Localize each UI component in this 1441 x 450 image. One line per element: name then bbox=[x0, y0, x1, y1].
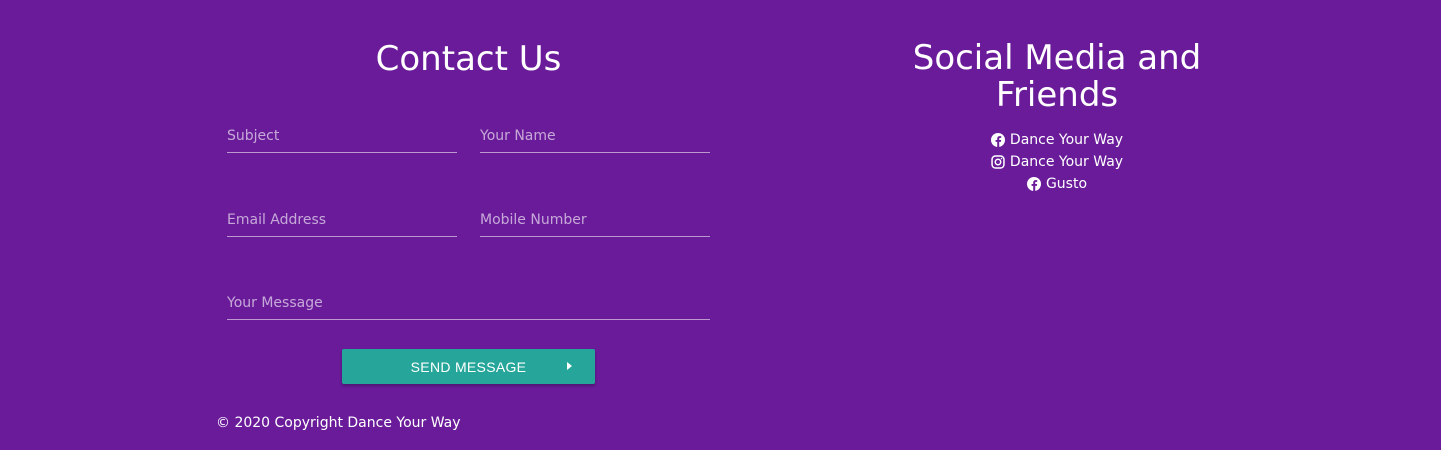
social-link-facebook-dance-your-way[interactable]: Dance Your Way bbox=[990, 130, 1124, 150]
subject-input[interactable] bbox=[227, 128, 457, 144]
instagram-icon bbox=[991, 155, 1005, 169]
social-link-instagram-dance-your-way[interactable]: Dance Your Way bbox=[991, 152, 1123, 172]
social-list-item: Gusto bbox=[857, 174, 1257, 196]
send-message-label: SEND MESSAGE bbox=[410, 359, 527, 375]
email-field bbox=[227, 202, 457, 237]
facebook-icon bbox=[990, 133, 1005, 147]
email-input[interactable] bbox=[227, 212, 457, 228]
caret-right-icon bbox=[567, 362, 572, 370]
footer-page: Contact Us SEND MESSAGE © 2020 Copyright… bbox=[0, 0, 1441, 450]
social-title-line2: Friends bbox=[995, 75, 1119, 115]
facebook-icon bbox=[1026, 177, 1041, 191]
social-link-facebook-gusto[interactable]: Gusto bbox=[1026, 174, 1088, 194]
message-input[interactable] bbox=[227, 295, 710, 311]
social-links-list: Dance Your Way Dance Your Way Gusto bbox=[857, 130, 1257, 196]
social-list-item: Dance Your Way bbox=[857, 130, 1257, 152]
copyright-text: © 2020 Copyright Dance Your Way bbox=[216, 415, 461, 431]
send-message-button[interactable]: SEND MESSAGE bbox=[342, 349, 595, 384]
mobile-field bbox=[480, 202, 710, 237]
social-title: Social Media and Friends bbox=[857, 40, 1257, 114]
message-field bbox=[227, 285, 710, 320]
social-link-label: Gusto bbox=[1045, 176, 1088, 192]
name-input[interactable] bbox=[480, 128, 710, 144]
social-list-item: Dance Your Way bbox=[857, 152, 1257, 174]
name-field bbox=[480, 118, 710, 153]
social-link-label: Dance Your Way bbox=[1009, 154, 1124, 170]
contact-title: Contact Us bbox=[375, 39, 562, 79]
mobile-input[interactable] bbox=[480, 212, 710, 228]
social-title-line1: Social Media and bbox=[912, 38, 1202, 78]
subject-field bbox=[227, 118, 457, 153]
social-link-label: Dance Your Way bbox=[1009, 132, 1124, 148]
